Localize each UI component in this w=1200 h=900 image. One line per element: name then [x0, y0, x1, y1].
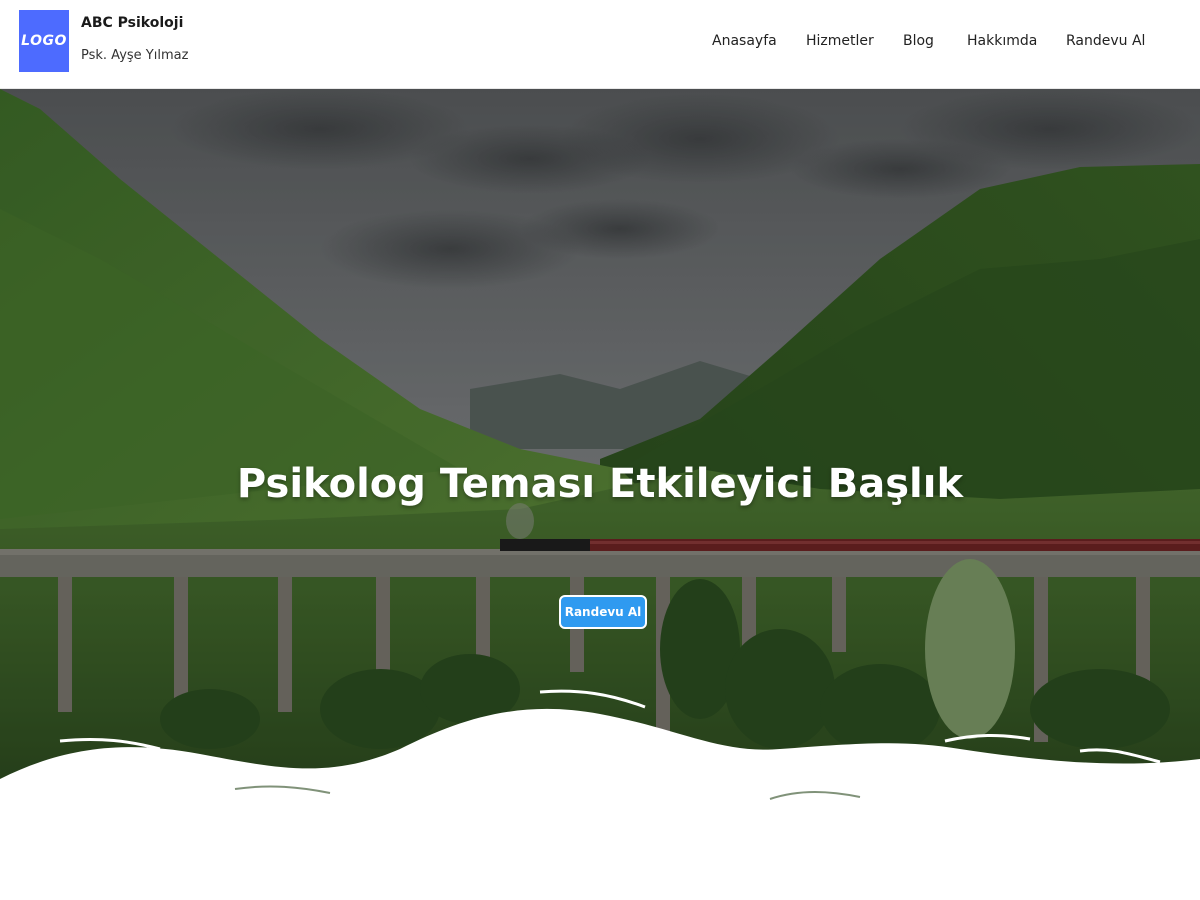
- nav-item-randevu-al[interactable]: Randevu Al: [1066, 33, 1145, 49]
- hero-title: Psikolog Teması Etkileyici Başlık: [236, 461, 964, 507]
- hero-background-image: [0, 89, 1200, 800]
- hero-section: Psikolog Teması Etkileyici Başlık Randev…: [0, 89, 1200, 800]
- nav-item-hakkimda[interactable]: Hakkımda: [967, 33, 1037, 49]
- main-nav: Anasayfa Hizmetler Blog Hakkımda Randevu…: [0, 33, 1200, 53]
- nav-item-hizmetler[interactable]: Hizmetler: [806, 33, 874, 49]
- appointment-button[interactable]: Randevu Al: [559, 595, 647, 629]
- nav-item-anasayfa[interactable]: Anasayfa: [712, 33, 777, 49]
- content-area: [0, 800, 1200, 900]
- site-header: LOGO ABC Psikoloji Psk. Ayşe Yılmaz Anas…: [0, 0, 1200, 89]
- nav-item-blog[interactable]: Blog: [903, 33, 934, 49]
- brand-name: ABC Psikoloji: [81, 15, 184, 31]
